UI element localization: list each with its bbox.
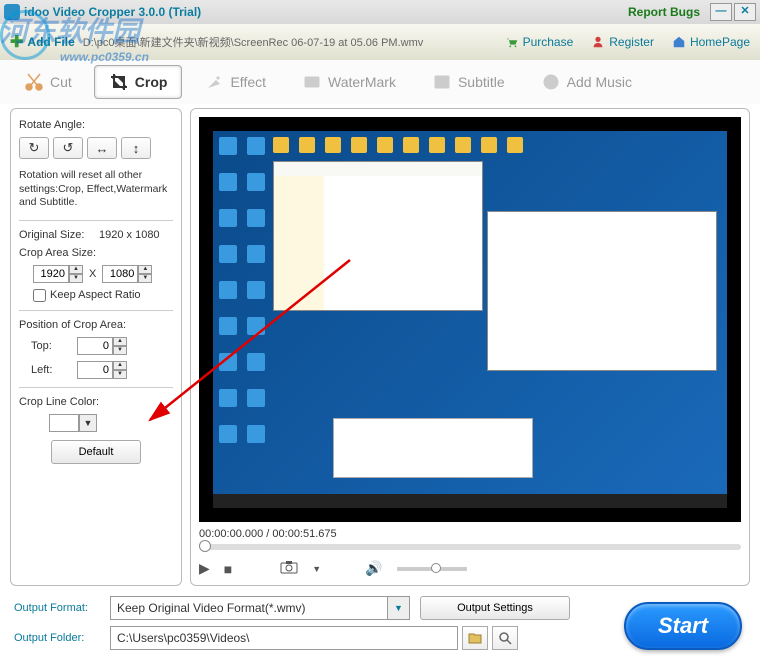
crop-width-up[interactable]: ▲	[69, 265, 83, 274]
crop-height-stepper[interactable]: ▲▼	[102, 265, 152, 283]
left-input[interactable]	[77, 361, 113, 379]
app-title: idoo Video Cropper 3.0.0 (Trial)	[24, 5, 201, 19]
tab-crop[interactable]: Crop	[94, 65, 183, 99]
output-format-input[interactable]	[110, 596, 388, 620]
purchase-link[interactable]: Purchase	[505, 35, 574, 49]
close-button[interactable]: ✕	[734, 3, 756, 21]
seek-slider[interactable]	[199, 544, 741, 550]
volume-slider[interactable]	[397, 567, 467, 571]
crop-color-dropdown[interactable]: ▼	[79, 414, 97, 432]
svg-text:ST: ST	[437, 80, 447, 87]
top-stepper[interactable]: ▲▼	[77, 337, 127, 355]
main-content: Rotate Angle: ↻ ↺ ↔ ↕ Rotation will rese…	[0, 104, 760, 590]
browse-folder-button[interactable]	[492, 626, 518, 650]
snapshot-button[interactable]	[280, 560, 298, 577]
file-path: D:\pc0桌面\新建文件夹\新视频\ScreenRec 06-07-19 at…	[83, 34, 424, 50]
keep-aspect-label: Keep Aspect Ratio	[50, 289, 141, 301]
snapshot-dropdown[interactable]: ▼	[312, 564, 321, 574]
left-stepper[interactable]: ▲▼	[77, 361, 127, 379]
output-folder-input[interactable]	[110, 626, 458, 650]
homepage-link[interactable]: HomePage	[672, 35, 750, 49]
tab-add-music[interactable]: Add Music	[527, 66, 646, 98]
tab-effect[interactable]: Effect	[190, 66, 280, 98]
output-folder-label: Output Folder:	[14, 632, 110, 644]
register-link[interactable]: Register	[591, 35, 654, 49]
timecode-display: 00:00:00.000 / 00:00:51.675	[199, 528, 741, 540]
crop-height-down[interactable]: ▼	[138, 274, 152, 283]
left-down[interactable]: ▼	[113, 370, 127, 379]
crop-width-input[interactable]	[33, 265, 69, 283]
plus-icon: ✚	[10, 32, 23, 52]
minimize-button[interactable]: —	[710, 3, 732, 21]
seek-thumb[interactable]	[199, 540, 211, 552]
output-format-dropdown[interactable]: ▼	[388, 596, 410, 620]
tab-cut[interactable]: Cut	[10, 66, 86, 98]
original-size-value: 1920 x 1080	[99, 229, 160, 241]
add-file-button[interactable]: ✚ Add File	[10, 32, 75, 52]
keep-aspect-checkbox[interactable]	[33, 289, 46, 302]
crop-area-size-label: Crop Area Size:	[19, 247, 173, 259]
tab-watermark[interactable]: WaterMark	[288, 66, 410, 98]
volume-icon[interactable]: 🔊	[365, 560, 382, 577]
rotate-cw-button[interactable]: ↻	[19, 137, 49, 159]
crop-color-swatch[interactable]	[49, 414, 79, 432]
preview-panel: 00:00:00.000 / 00:00:51.675 ▶ ■ ▼ 🔊	[190, 108, 750, 586]
video-preview[interactable]	[199, 117, 741, 522]
rotation-note: Rotation will reset all other settings:C…	[19, 169, 173, 210]
top-down[interactable]: ▼	[113, 346, 127, 355]
start-button[interactable]: Start	[624, 602, 742, 650]
rotate-ccw-button[interactable]: ↺	[53, 137, 83, 159]
original-size-label: Original Size:	[19, 229, 99, 241]
flip-horizontal-button[interactable]: ↔	[87, 137, 117, 159]
header-toolbar: ✚ Add File D:\pc0桌面\新建文件夹\新视频\ScreenRec …	[0, 24, 760, 60]
output-settings-button[interactable]: Output Settings	[420, 596, 570, 620]
top-up[interactable]: ▲	[113, 337, 127, 346]
default-button[interactable]: Default	[51, 440, 141, 464]
left-up[interactable]: ▲	[113, 361, 127, 370]
crop-height-input[interactable]	[102, 265, 138, 283]
position-label: Position of Crop Area:	[19, 319, 173, 331]
tab-subtitle[interactable]: ST Subtitle	[418, 66, 519, 98]
flip-vertical-button[interactable]: ↕	[121, 137, 151, 159]
rotate-angle-label: Rotate Angle:	[19, 119, 173, 131]
crop-settings-panel: Rotate Angle: ↻ ↺ ↔ ↕ Rotation will rese…	[10, 108, 182, 586]
title-bar: idoo Video Cropper 3.0.0 (Trial) Report …	[0, 0, 760, 24]
crop-width-stepper[interactable]: ▲▼	[33, 265, 83, 283]
output-format-combo[interactable]: ▼	[110, 596, 410, 620]
report-bugs-link[interactable]: Report Bugs	[628, 5, 700, 19]
app-logo-icon	[4, 4, 20, 20]
top-label: Top:	[31, 340, 77, 352]
crop-line-color-label: Crop Line Color:	[19, 396, 173, 408]
play-button[interactable]: ▶	[199, 560, 210, 577]
crop-width-down[interactable]: ▼	[69, 274, 83, 283]
crop-height-up[interactable]: ▲	[138, 265, 152, 274]
open-folder-button[interactable]	[462, 626, 488, 650]
top-input[interactable]	[77, 337, 113, 355]
output-format-label: Output Format:	[14, 602, 110, 614]
tab-bar: Cut Crop Effect WaterMark ST Subtitle Ad…	[0, 60, 760, 104]
stop-button[interactable]: ■	[224, 561, 232, 577]
left-pos-label: Left:	[31, 364, 77, 376]
